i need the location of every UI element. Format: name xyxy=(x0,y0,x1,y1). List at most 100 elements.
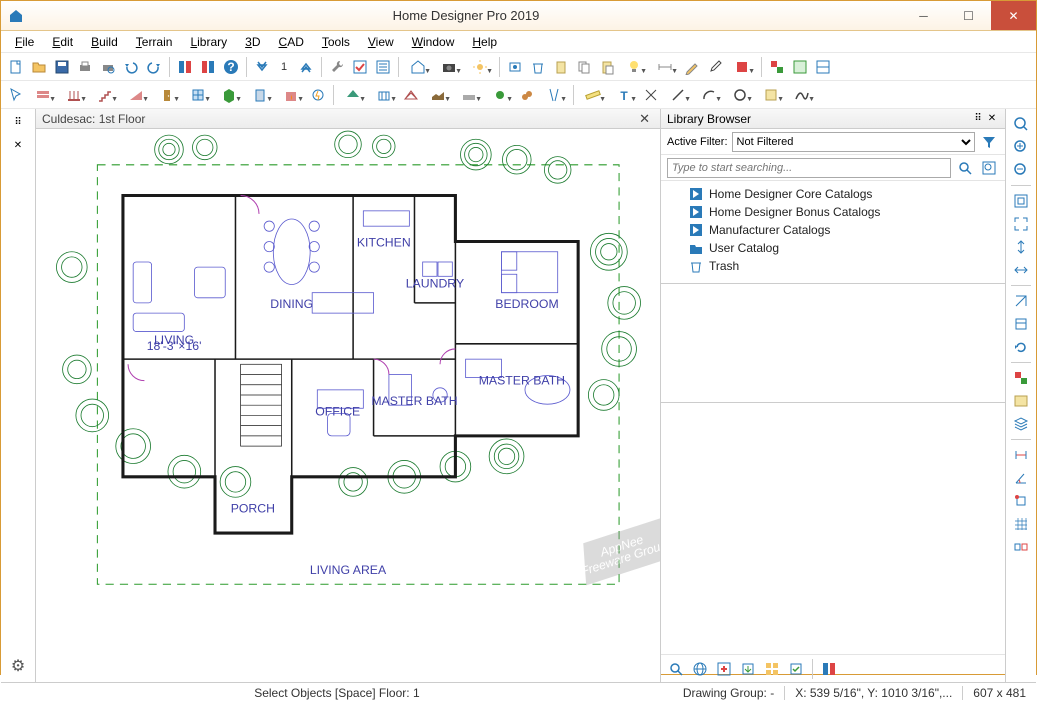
print-preview-button[interactable] xyxy=(97,56,119,78)
layer-set-tool[interactable] xyxy=(1010,413,1032,435)
window-tool[interactable]: ▼ xyxy=(183,84,213,106)
menu-file[interactable]: File xyxy=(7,33,42,51)
roof-tool[interactable]: ▼ xyxy=(338,84,368,106)
ramp-tool[interactable]: ▼ xyxy=(121,84,151,106)
zoom-in-tool[interactable] xyxy=(1010,136,1032,158)
angle-snap-tool[interactable] xyxy=(1010,467,1032,489)
floor-up-button[interactable] xyxy=(295,56,317,78)
clipboard-button[interactable] xyxy=(550,56,572,78)
library-pin-icon[interactable]: ⠿ xyxy=(971,113,985,124)
maximize-button[interactable]: ☐ xyxy=(946,1,991,30)
menu-view[interactable]: View xyxy=(360,33,402,51)
menu-window[interactable]: Window xyxy=(404,33,463,51)
menu-help[interactable]: Help xyxy=(464,33,505,51)
list-button[interactable] xyxy=(372,56,394,78)
layer-display-tool[interactable] xyxy=(1010,390,1032,412)
redo-button[interactable] xyxy=(143,56,165,78)
wall-tool[interactable]: ▼ xyxy=(28,84,58,106)
color-button[interactable]: ▼ xyxy=(727,56,757,78)
terrain-tool[interactable]: ▼ xyxy=(423,84,453,106)
lib-plus-tool[interactable] xyxy=(713,658,735,680)
pan-tool-x[interactable] xyxy=(1010,259,1032,281)
fireplace-tool[interactable]: ▼ xyxy=(276,84,306,106)
print-button[interactable] xyxy=(74,56,96,78)
lib-export-tool[interactable] xyxy=(737,658,759,680)
house-view-button[interactable]: ▼ xyxy=(403,56,433,78)
foundation-tool[interactable]: ▼ xyxy=(454,84,484,106)
wrench-button[interactable] xyxy=(326,56,348,78)
stair-tool[interactable]: ▼ xyxy=(90,84,120,106)
undo-button[interactable] xyxy=(120,56,142,78)
menu-cad[interactable]: CAD xyxy=(271,33,312,51)
refresh-tool[interactable] xyxy=(1010,336,1032,358)
full-screen-tool[interactable] xyxy=(1010,213,1032,235)
road-tool[interactable]: ▼ xyxy=(539,84,569,106)
temp-dimension-tool[interactable] xyxy=(1010,444,1032,466)
search-browse-icon[interactable] xyxy=(979,157,999,179)
lib-grid-tool[interactable] xyxy=(761,658,783,680)
sun-button[interactable]: ▼ xyxy=(465,56,495,78)
pin-icon[interactable]: ⠿ xyxy=(7,112,29,132)
circle-tool[interactable]: ▼ xyxy=(725,84,755,106)
copy-button[interactable] xyxy=(573,56,595,78)
lib-search-tool[interactable] xyxy=(665,658,687,680)
ruler-tool[interactable]: ▼ xyxy=(578,84,608,106)
lib-detail-tool[interactable] xyxy=(785,658,807,680)
line-tool[interactable]: ▼ xyxy=(663,84,693,106)
cross-section-button[interactable] xyxy=(812,56,834,78)
select-tool[interactable] xyxy=(5,84,27,106)
trash-button[interactable] xyxy=(527,56,549,78)
text-tool[interactable]: T▼ xyxy=(609,84,639,106)
menu-build[interactable]: Build xyxy=(83,33,126,51)
eyedropper-button[interactable] xyxy=(704,56,726,78)
cabinet-tool[interactable]: ▼ xyxy=(214,84,244,106)
close-dock-icon[interactable]: ✕ xyxy=(7,135,29,155)
object-snap-tool[interactable] xyxy=(1010,490,1032,512)
new-file-button[interactable] xyxy=(5,56,27,78)
light-button[interactable]: ▼ xyxy=(619,56,649,78)
railing-tool[interactable]: ▼ xyxy=(59,84,89,106)
plan-view-button[interactable] xyxy=(789,56,811,78)
filter-select[interactable]: Not Filtered xyxy=(732,132,975,152)
truss-tool[interactable] xyxy=(400,84,422,106)
camera-button[interactable]: ▼ xyxy=(434,56,464,78)
floor-plan-canvas[interactable]: LIVING18'-3''×16' DINING KITCHEN LAUNDRY… xyxy=(36,129,660,682)
plant-tool[interactable]: ▼ xyxy=(485,84,515,106)
door-tool[interactable]: ▼ xyxy=(152,84,182,106)
save-button[interactable] xyxy=(51,56,73,78)
arc-tool[interactable]: ▼ xyxy=(694,84,724,106)
bumping-tool[interactable] xyxy=(1010,536,1032,558)
sprinkler-tool[interactable] xyxy=(516,84,538,106)
library-tree[interactable]: Home Designer Core Catalogs Home Designe… xyxy=(661,181,1005,283)
check-button[interactable] xyxy=(349,56,371,78)
zoom-tool[interactable] xyxy=(1010,113,1032,135)
open-button[interactable] xyxy=(28,56,50,78)
search-icon[interactable] xyxy=(955,157,975,179)
spline-tool[interactable]: ▼ xyxy=(787,84,817,106)
minimize-button[interactable]: ─ xyxy=(901,1,946,30)
library-search-input[interactable] xyxy=(667,158,951,178)
settings-gear-icon[interactable]: ⚙ xyxy=(11,656,25,676)
electrical-tool[interactable] xyxy=(307,84,329,106)
framing-tool[interactable]: ▼ xyxy=(369,84,399,106)
reference-floor-tool[interactable] xyxy=(1010,313,1032,335)
reference-grid-tool[interactable] xyxy=(1010,290,1032,312)
filter-funnel-icon[interactable] xyxy=(979,131,999,153)
zoom-out-tool[interactable] xyxy=(1010,159,1032,181)
close-button[interactable]: ✕ xyxy=(991,1,1036,30)
lib-globe-tool[interactable] xyxy=(689,658,711,680)
pan-tool-y[interactable] xyxy=(1010,236,1032,258)
lib-preview-tool[interactable] xyxy=(818,658,840,680)
menu-library[interactable]: Library xyxy=(182,33,235,51)
floor-down-button[interactable] xyxy=(251,56,273,78)
menu-tools[interactable]: Tools xyxy=(314,33,358,51)
pencil-button[interactable] xyxy=(681,56,703,78)
project-browser-button[interactable] xyxy=(197,56,219,78)
menu-terrain[interactable]: Terrain xyxy=(128,33,181,51)
menu-edit[interactable]: Edit xyxy=(44,33,81,51)
paste-button[interactable] xyxy=(596,56,618,78)
dimension-button[interactable]: ▼ xyxy=(650,56,680,78)
library-close-button[interactable]: ✕ xyxy=(985,113,999,124)
canvas-close-button[interactable]: ✕ xyxy=(635,111,654,127)
walkthrough-button[interactable] xyxy=(504,56,526,78)
